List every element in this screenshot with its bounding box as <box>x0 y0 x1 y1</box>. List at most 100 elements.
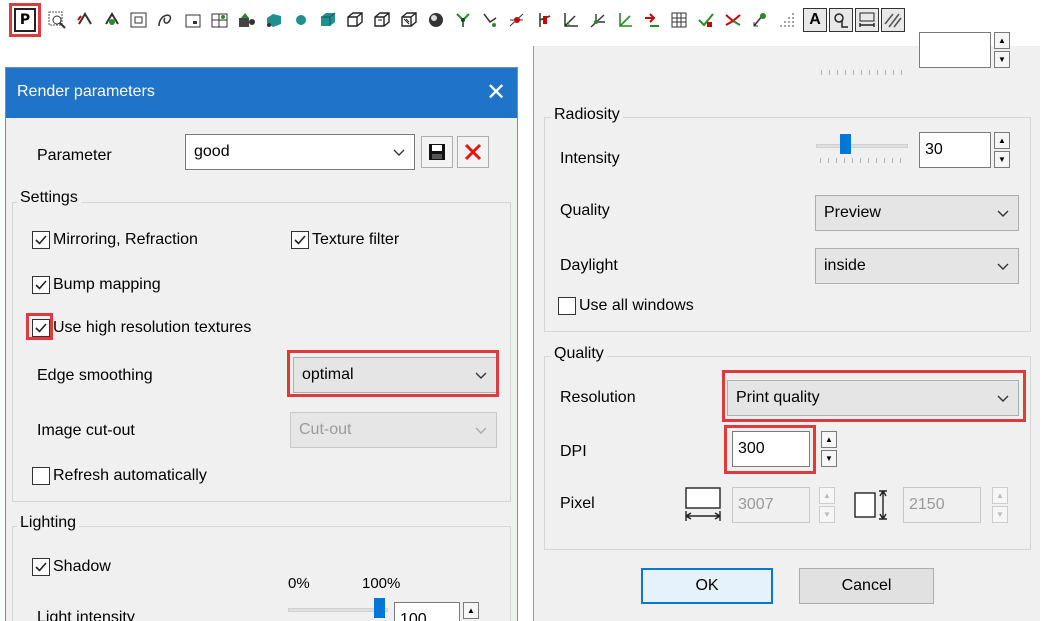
table-icon[interactable] <box>668 8 690 32</box>
arrow-icon[interactable] <box>641 8 663 32</box>
solid-icon[interactable] <box>263 8 285 32</box>
checkbox-box <box>558 297 576 315</box>
chevron-down-icon <box>997 395 1009 402</box>
daylight-label: Daylight <box>560 257 618 274</box>
hidden-line-icon[interactable] <box>398 8 420 32</box>
angle-icon[interactable] <box>479 8 501 32</box>
checkbox-box <box>32 319 50 337</box>
chevron-down-icon <box>997 263 1009 270</box>
hidden-line-icon[interactable] <box>371 8 393 32</box>
refresh-checkbox[interactable]: Refresh automatically <box>32 467 207 485</box>
pan-icon[interactable] <box>74 8 96 32</box>
delete-icon[interactable] <box>457 136 489 168</box>
checkbox-box <box>32 558 50 576</box>
close-icon[interactable]: ✕ <box>475 68 517 116</box>
ball-icon[interactable] <box>425 8 447 32</box>
merge-icon[interactable] <box>722 8 744 32</box>
spin-down-icon[interactable]: ▼ <box>994 51 1010 68</box>
width-icon[interactable] <box>855 8 879 32</box>
zoom-window-icon[interactable] <box>46 8 68 32</box>
light-intensity-label: Light intensity <box>37 609 135 621</box>
light-intensity-slider[interactable] <box>288 596 388 621</box>
scale-max-label: 100% <box>362 575 401 592</box>
check-icon <box>35 562 47 572</box>
edge-smoothing-value: optimal <box>302 366 354 383</box>
save-icon[interactable] <box>421 136 453 168</box>
dpi-field[interactable]: 300 <box>732 431 810 467</box>
check-icon[interactable] <box>695 8 717 32</box>
text-magnifier-icon[interactable] <box>829 8 853 32</box>
spin-up-icon: ▲ <box>992 487 1008 504</box>
mirroring-checkbox[interactable]: Mirroring, Refraction <box>32 231 198 249</box>
check-icon <box>35 280 47 290</box>
marker-icon[interactable] <box>533 8 555 32</box>
parameter-select[interactable]: good <box>185 134 415 170</box>
resolution-label: Resolution <box>560 389 636 406</box>
radiosity-quality-select[interactable]: Preview <box>815 195 1019 231</box>
spin-up-icon[interactable]: ▲ <box>821 431 837 448</box>
high-res-textures-checkbox[interactable]: Use high resolution textures <box>32 319 251 337</box>
checkbox-box <box>32 467 50 485</box>
ok-label: OK <box>695 577 719 594</box>
intensity-spinner[interactable]: ▲ ▼ <box>994 132 1010 168</box>
render-icon[interactable] <box>236 8 258 32</box>
slider-thumb[interactable] <box>840 134 851 154</box>
frame-icon[interactable] <box>182 8 204 32</box>
slider-track <box>288 608 388 612</box>
intensity-field[interactable]: 30 <box>919 132 991 168</box>
pixel-height-spinner: ▲ ▼ <box>992 487 1008 523</box>
hatch-icon[interactable] <box>881 8 905 32</box>
parameter-value: good <box>194 143 230 160</box>
resolution-select[interactable]: Print quality <box>727 380 1019 416</box>
cancel-label: Cancel <box>841 577 892 594</box>
spin-down-icon[interactable]: ▼ <box>994 151 1010 168</box>
bump-mapping-checkbox[interactable]: Bump mapping <box>32 276 161 294</box>
partial-slider[interactable] <box>817 52 907 82</box>
cancel-button[interactable]: Cancel <box>799 568 934 604</box>
dots-icon[interactable] <box>776 8 798 32</box>
point-icon[interactable] <box>749 8 771 32</box>
check-icon <box>35 235 47 245</box>
texture-filter-label: Texture filter <box>312 231 400 248</box>
use-all-windows-checkbox[interactable]: Use all windows <box>558 297 694 315</box>
grid-icon[interactable] <box>209 8 231 32</box>
light-intensity-spinner[interactable]: ▲ <box>463 602 479 621</box>
parameter-label: Parameter <box>37 147 112 164</box>
daylight-select[interactable]: inside <box>815 248 1019 284</box>
p-icon[interactable]: P <box>14 8 36 32</box>
partial-field[interactable] <box>919 32 991 68</box>
toolbar: P A <box>0 0 1059 46</box>
wireframe-icon[interactable] <box>344 8 366 32</box>
dialog-titlebar: Render parameters ✕ <box>6 68 517 118</box>
texture-filter-checkbox[interactable]: Texture filter <box>291 231 399 249</box>
spin-down-icon[interactable]: ▼ <box>821 450 837 467</box>
zoom-extents-icon[interactable] <box>128 8 150 32</box>
sphere-icon[interactable] <box>290 8 312 32</box>
light-intensity-field[interactable]: 100 <box>394 602 460 621</box>
slider-ticks <box>821 70 903 75</box>
high-res-label: Use high resolution textures <box>53 319 252 336</box>
intensity-slider[interactable] <box>816 132 908 163</box>
slope-icon[interactable] <box>587 8 609 32</box>
text-a-icon[interactable]: A <box>803 8 827 32</box>
shadow-checkbox[interactable]: Shadow <box>32 558 111 576</box>
chevron-down-icon <box>475 427 487 434</box>
rotate-view-icon[interactable] <box>101 8 123 32</box>
refresh-label: Refresh automatically <box>53 467 207 484</box>
spin-up-icon[interactable]: ▲ <box>994 32 1010 49</box>
partial-spinner[interactable]: ▲ ▼ <box>994 32 1010 68</box>
ok-button[interactable]: OK <box>641 568 773 604</box>
axis-icon[interactable] <box>452 8 474 32</box>
xy-axis-icon[interactable] <box>614 8 636 32</box>
edge-smoothing-select[interactable]: optimal <box>293 357 497 393</box>
slider-thumb[interactable] <box>374 598 385 618</box>
spin-up-icon[interactable]: ▲ <box>463 602 479 619</box>
height-dimension-icon <box>854 490 887 520</box>
dpi-spinner[interactable]: ▲ ▼ <box>821 431 837 467</box>
cube-icon[interactable] <box>317 8 339 32</box>
dimension-icon[interactable] <box>506 8 528 32</box>
freehand-icon[interactable] <box>155 8 177 32</box>
render-parameters-right-panel: ▲ ▼ Radiosity Intensity 30 ▲ ▼ Quality P… <box>533 32 1040 621</box>
spin-up-icon[interactable]: ▲ <box>994 132 1010 149</box>
coordinate-icon[interactable] <box>560 8 582 32</box>
